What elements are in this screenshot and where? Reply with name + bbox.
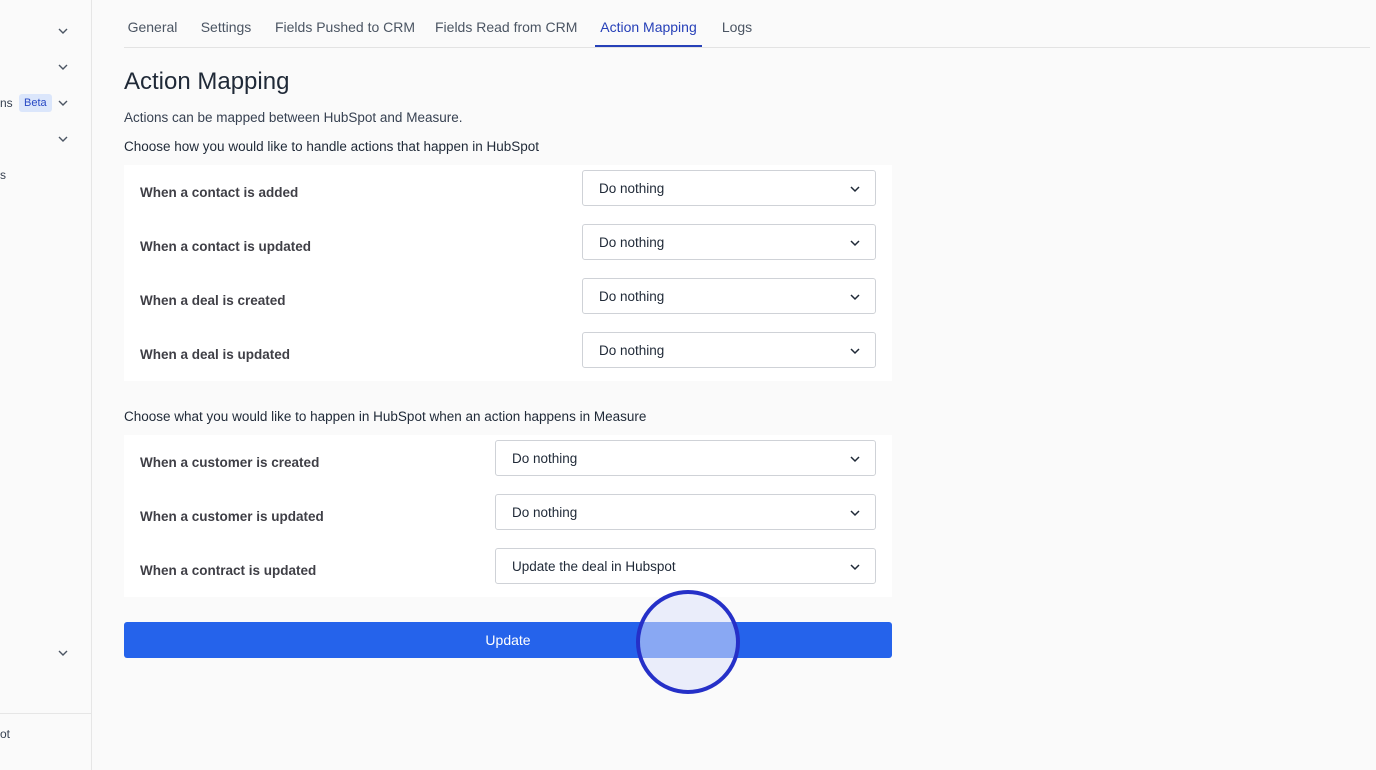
contract-updated-select[interactable]: Update the deal in Hubspot bbox=[495, 548, 876, 584]
chevron-down-icon[interactable] bbox=[56, 24, 70, 38]
select-value: Do nothing bbox=[599, 288, 665, 304]
row-label: When a contract is updated bbox=[140, 563, 317, 578]
chevron-down-icon[interactable] bbox=[56, 60, 70, 74]
select-value: Do nothing bbox=[599, 234, 665, 250]
row-label: When a deal is updated bbox=[140, 347, 291, 362]
row-label: When a deal is created bbox=[140, 293, 286, 308]
sidebar-item-label: s bbox=[0, 168, 6, 182]
chevron-down-icon[interactable] bbox=[56, 96, 70, 110]
hubspot-section-heading: Choose how you would like to handle acti… bbox=[124, 139, 540, 154]
deal-created-select[interactable]: Do nothing bbox=[582, 278, 876, 314]
chevron-down-icon bbox=[850, 510, 860, 517]
hubspot-actions-card: When a contact is added Do nothing When … bbox=[124, 165, 892, 381]
select-value: Do nothing bbox=[512, 504, 578, 520]
tab-general[interactable]: General bbox=[124, 0, 181, 47]
tab-fields-read-from-crm[interactable]: Fields Read from CRM bbox=[435, 0, 577, 47]
tab-action-mapping[interactable]: Action Mapping bbox=[595, 0, 702, 47]
row-label: When a customer is created bbox=[140, 455, 320, 470]
customer-created-select[interactable]: Do nothing bbox=[495, 440, 876, 476]
tab-settings[interactable]: Settings bbox=[198, 0, 254, 47]
tab-fields-pushed-to-crm[interactable]: Fields Pushed to CRM bbox=[274, 0, 416, 47]
tab-logs[interactable]: Logs bbox=[720, 0, 754, 47]
select-value: Do nothing bbox=[599, 180, 665, 196]
sidebar-divider bbox=[0, 713, 91, 714]
select-value: Do nothing bbox=[512, 450, 578, 466]
page-description: Actions can be mapped between HubSpot an… bbox=[124, 110, 463, 125]
row-label: When a customer is updated bbox=[140, 509, 324, 524]
contact-added-select[interactable]: Do nothing bbox=[582, 170, 876, 206]
chevron-down-icon bbox=[850, 240, 860, 247]
measure-section-heading: Choose what you would like to happen in … bbox=[124, 409, 647, 424]
page-title: Action Mapping bbox=[124, 68, 290, 95]
sidebar-item-label: ns bbox=[0, 96, 13, 110]
chevron-down-icon bbox=[850, 348, 860, 355]
click-indicator bbox=[636, 590, 740, 694]
select-value: Do nothing bbox=[599, 342, 665, 358]
sidebar-item-label: ot bbox=[0, 727, 11, 741]
measure-actions-card: When a customer is created Do nothing Wh… bbox=[124, 435, 892, 597]
deal-updated-select[interactable]: Do nothing bbox=[582, 332, 876, 368]
contact-updated-select[interactable]: Do nothing bbox=[582, 224, 876, 260]
sidebar: ns Beta s ot bbox=[0, 0, 92, 770]
chevron-down-icon[interactable] bbox=[56, 132, 70, 146]
row-label: When a contact is updated bbox=[140, 239, 312, 254]
tab-bar: General Settings Fields Pushed to CRM Fi… bbox=[124, 0, 1370, 48]
customer-updated-select[interactable]: Do nothing bbox=[495, 494, 876, 530]
select-value: Update the deal in Hubspot bbox=[512, 558, 676, 574]
chevron-down-icon bbox=[850, 456, 860, 463]
chevron-down-icon bbox=[850, 294, 860, 301]
chevron-down-icon[interactable] bbox=[56, 646, 70, 660]
update-button[interactable]: Update bbox=[124, 622, 892, 658]
chevron-down-icon bbox=[850, 564, 860, 571]
beta-badge: Beta bbox=[19, 94, 52, 112]
row-label: When a contact is added bbox=[140, 185, 299, 200]
chevron-down-icon bbox=[850, 186, 860, 193]
